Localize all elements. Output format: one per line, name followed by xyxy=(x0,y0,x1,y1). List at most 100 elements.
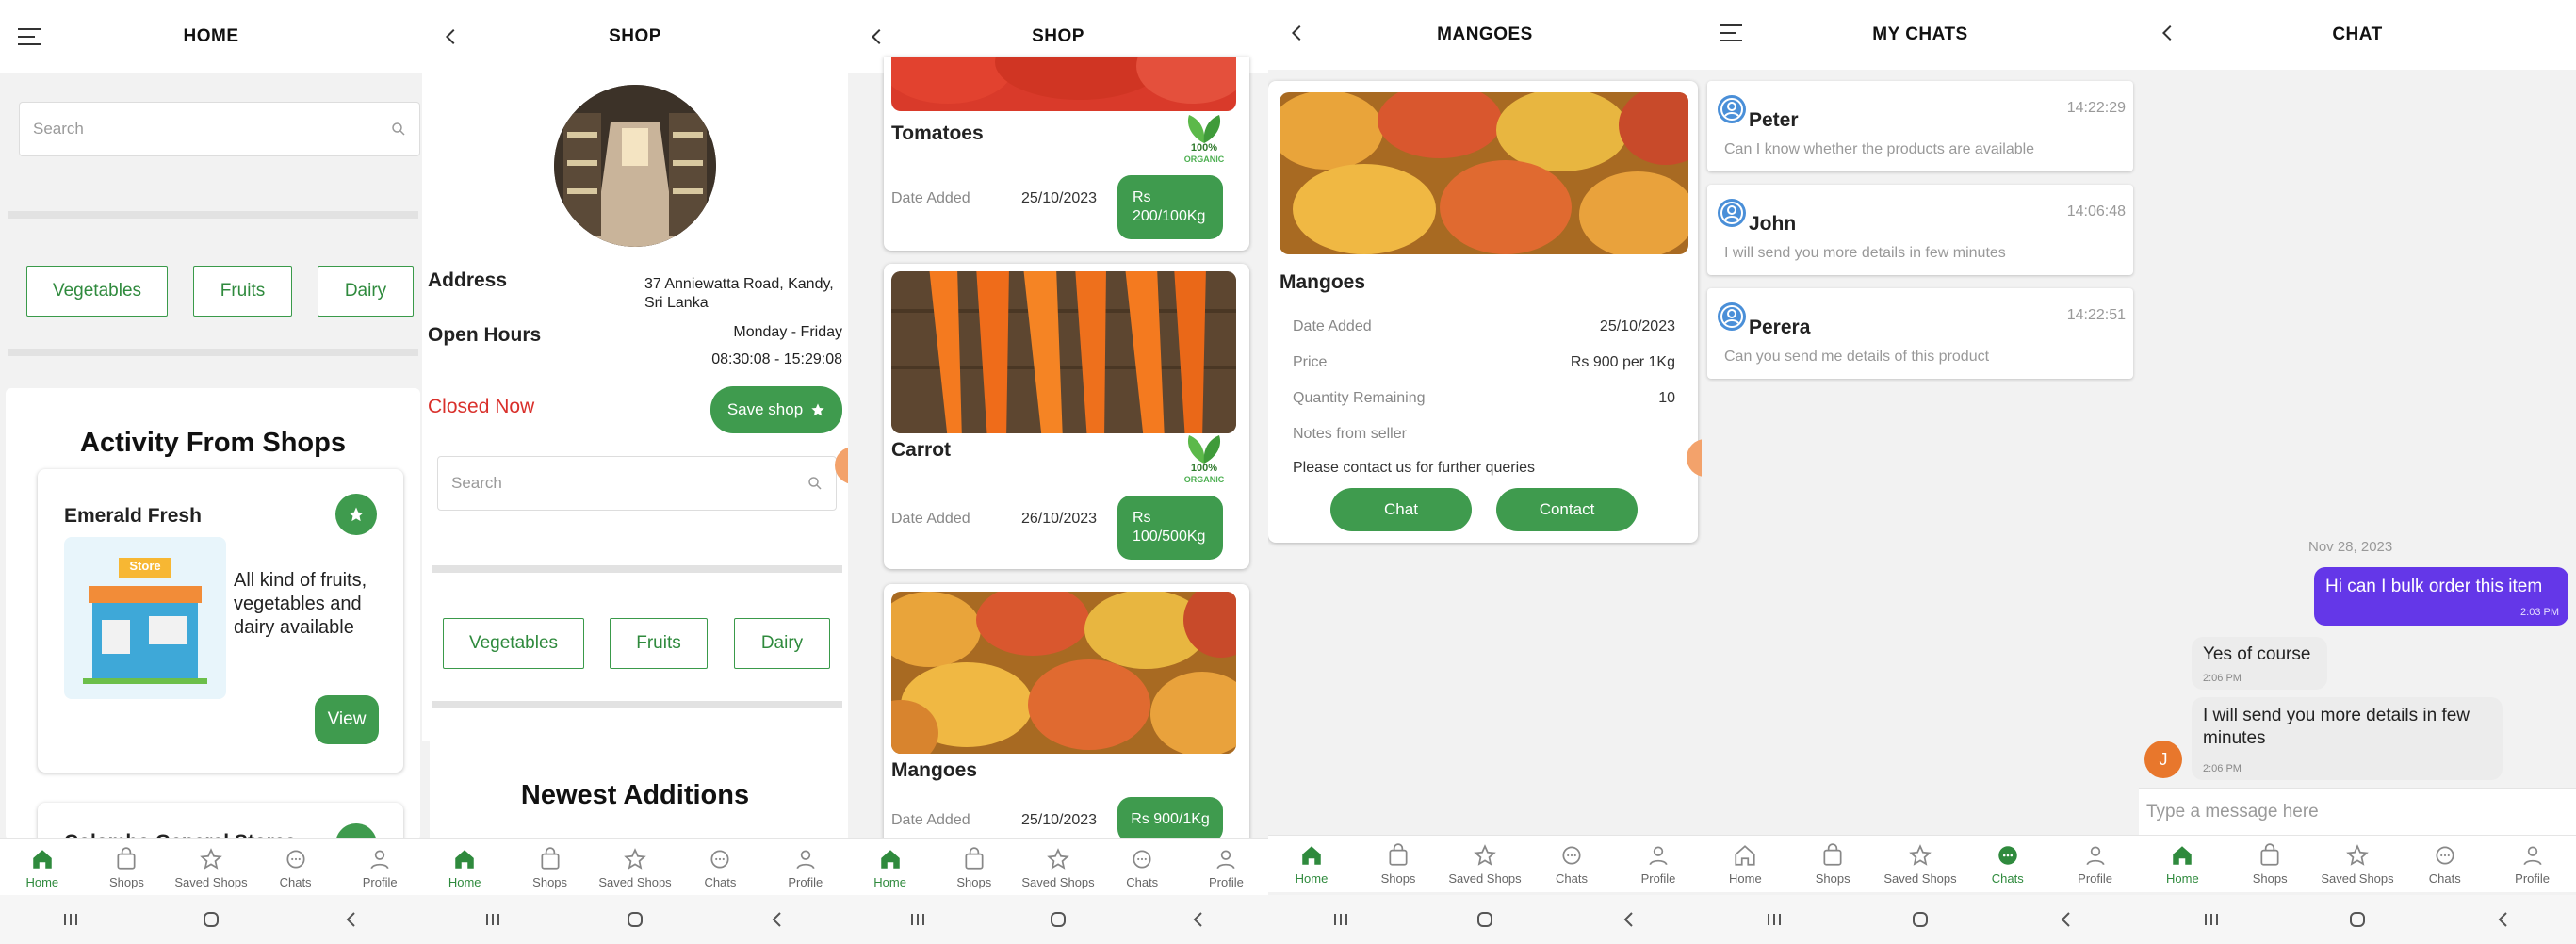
nav-profile[interactable]: Profile xyxy=(1184,839,1268,896)
recents-icon[interactable] xyxy=(481,908,504,931)
product-card[interactable]: Mangoes Date Added 25/10/2023 Rs 900/1Kg xyxy=(884,584,1249,848)
bottom-nav: Home Shops Saved Shops Chats Profile xyxy=(422,838,848,896)
message-input[interactable]: Type a message here xyxy=(2139,788,2576,836)
contact-button[interactable]: Contact xyxy=(1496,488,1638,531)
search-input[interactable]: Search xyxy=(19,102,420,156)
nav-label: Shops xyxy=(956,875,992,889)
divider xyxy=(432,701,842,708)
chat-preview: Can you send me details of this product xyxy=(1724,349,1990,365)
category-vegetables[interactable]: Vegetables xyxy=(443,618,584,669)
product-detail-screen: MANGOES Mangoes Date Added 25/10/2023 Pr… xyxy=(1268,0,1702,944)
star-icon xyxy=(349,507,364,522)
search-placeholder: Search xyxy=(451,474,502,492)
back-icon[interactable] xyxy=(766,908,789,931)
nav-profile[interactable]: Profile xyxy=(2051,836,2139,892)
chat-time: 14:22:51 xyxy=(2066,307,2126,323)
nav-home[interactable]: Home xyxy=(1268,836,1355,892)
home-button-icon[interactable] xyxy=(1474,908,1496,931)
nav-chats[interactable]: Chats xyxy=(253,839,338,896)
search-icon xyxy=(392,122,405,136)
date-label: Date Added xyxy=(891,812,970,828)
nav-saved[interactable]: Saved Shops xyxy=(1877,836,1965,892)
price-badge: Rs 200/100Kg xyxy=(1117,175,1223,239)
recents-icon[interactable] xyxy=(906,908,929,931)
product-card[interactable]: Carrot 100% ORGANIC Date Added 26/10/202… xyxy=(884,264,1249,569)
nav-shops[interactable]: Shops xyxy=(85,839,170,896)
category-dairy[interactable]: Dairy xyxy=(734,618,830,669)
search-input[interactable]: Search xyxy=(437,456,837,511)
message-time: 2:06 PM xyxy=(2203,673,2242,684)
organic-label: ORGANIC xyxy=(1183,475,1225,484)
nav-saved[interactable]: Saved Shops xyxy=(1016,839,1100,896)
nav-shops[interactable]: Shops xyxy=(1355,836,1442,892)
back-button[interactable] xyxy=(1283,19,1312,47)
star-button[interactable] xyxy=(335,494,377,535)
nav-profile[interactable]: Profile xyxy=(763,839,848,896)
page-title: SHOP xyxy=(1032,26,1084,46)
nav-saved[interactable]: Saved Shops xyxy=(1442,836,1528,892)
category-fruits[interactable]: Fruits xyxy=(610,618,708,669)
view-button[interactable]: View xyxy=(315,695,379,744)
nav-chats[interactable]: Chats xyxy=(1964,836,2051,892)
product-card[interactable]: Tomatoes 100% ORGANIC Date Added 25/10/2… xyxy=(884,57,1249,251)
recents-icon[interactable] xyxy=(2200,908,2223,931)
chat-button[interactable]: Chat xyxy=(1330,488,1472,531)
back-icon[interactable] xyxy=(1618,908,1640,931)
system-nav-bar xyxy=(0,895,422,944)
home-button-icon[interactable] xyxy=(1909,908,1932,931)
nav-chats[interactable]: Chats xyxy=(2401,836,2488,892)
date-label: Date Added xyxy=(891,511,970,527)
nav-home[interactable]: Home xyxy=(0,839,85,896)
divider xyxy=(432,565,842,573)
back-button[interactable] xyxy=(437,23,465,51)
back-icon[interactable] xyxy=(1187,908,1210,931)
address-label: Address xyxy=(428,269,508,291)
category-dairy[interactable]: Dairy xyxy=(318,266,414,317)
back-button[interactable] xyxy=(863,23,891,51)
nav-profile[interactable]: Profile xyxy=(337,839,422,896)
nav-shops[interactable]: Shops xyxy=(1789,836,1877,892)
nav-chats[interactable]: Chats xyxy=(1528,836,1615,892)
recents-icon[interactable] xyxy=(1763,908,1785,931)
save-shop-button[interactable]: Save shop xyxy=(710,386,842,433)
search-placeholder: Search xyxy=(33,120,84,138)
shop-card[interactable]: Emerald Fresh Store All kind of fruits, … xyxy=(38,469,403,773)
nav-home[interactable]: Home xyxy=(422,839,507,896)
back-icon[interactable] xyxy=(340,908,363,931)
nav-chats[interactable]: Chats xyxy=(1101,839,1184,896)
nav-label: Saved Shops xyxy=(1448,871,1522,886)
back-button[interactable] xyxy=(2154,19,2182,47)
nav-home[interactable]: Home xyxy=(1702,836,1789,892)
nav-profile[interactable]: Profile xyxy=(2488,836,2576,892)
chevron-left-icon xyxy=(1291,24,1301,41)
recents-icon[interactable] xyxy=(1329,908,1352,931)
recents-icon[interactable] xyxy=(59,908,82,931)
chat-list-item[interactable]: Perera 14:22:51 Can you send me details … xyxy=(1707,288,2133,379)
nav-saved[interactable]: Saved Shops xyxy=(593,839,677,896)
nav-saved[interactable]: Saved Shops xyxy=(2314,836,2402,892)
back-icon[interactable] xyxy=(2055,908,2078,931)
home-button-icon[interactable] xyxy=(2346,908,2369,931)
star-icon xyxy=(1474,844,1496,866)
category-vegetables[interactable]: Vegetables xyxy=(26,266,168,317)
nav-shops[interactable]: Shops xyxy=(2226,836,2314,892)
menu-icon[interactable] xyxy=(15,23,43,51)
back-icon[interactable] xyxy=(2492,908,2515,931)
hours-time: 08:30:08 - 15:29:08 xyxy=(711,351,842,367)
nav-shops[interactable]: Shops xyxy=(932,839,1016,896)
nav-chats[interactable]: Chats xyxy=(677,839,762,896)
nav-saved[interactable]: Saved Shops xyxy=(169,839,253,896)
home-button-icon[interactable] xyxy=(624,908,646,931)
nav-shops[interactable]: Shops xyxy=(507,839,592,896)
home-button-icon[interactable] xyxy=(200,908,222,931)
home-button-icon[interactable] xyxy=(1047,908,1069,931)
category-fruits[interactable]: Fruits xyxy=(193,266,292,317)
chat-list-item[interactable]: Peter 14:22:29 Can I know whether the pr… xyxy=(1707,81,2133,171)
nav-home[interactable]: Home xyxy=(848,839,932,896)
bag-icon xyxy=(117,847,136,870)
address-value: 37 Anniewatta Road, Kandy, Sri Lanka xyxy=(644,276,834,311)
nav-home[interactable]: Home xyxy=(2139,836,2226,892)
nav-profile[interactable]: Profile xyxy=(1615,836,1702,892)
menu-icon[interactable] xyxy=(1717,19,1745,47)
chat-list-item[interactable]: John 14:06:48 I will send you more detai… xyxy=(1707,185,2133,275)
